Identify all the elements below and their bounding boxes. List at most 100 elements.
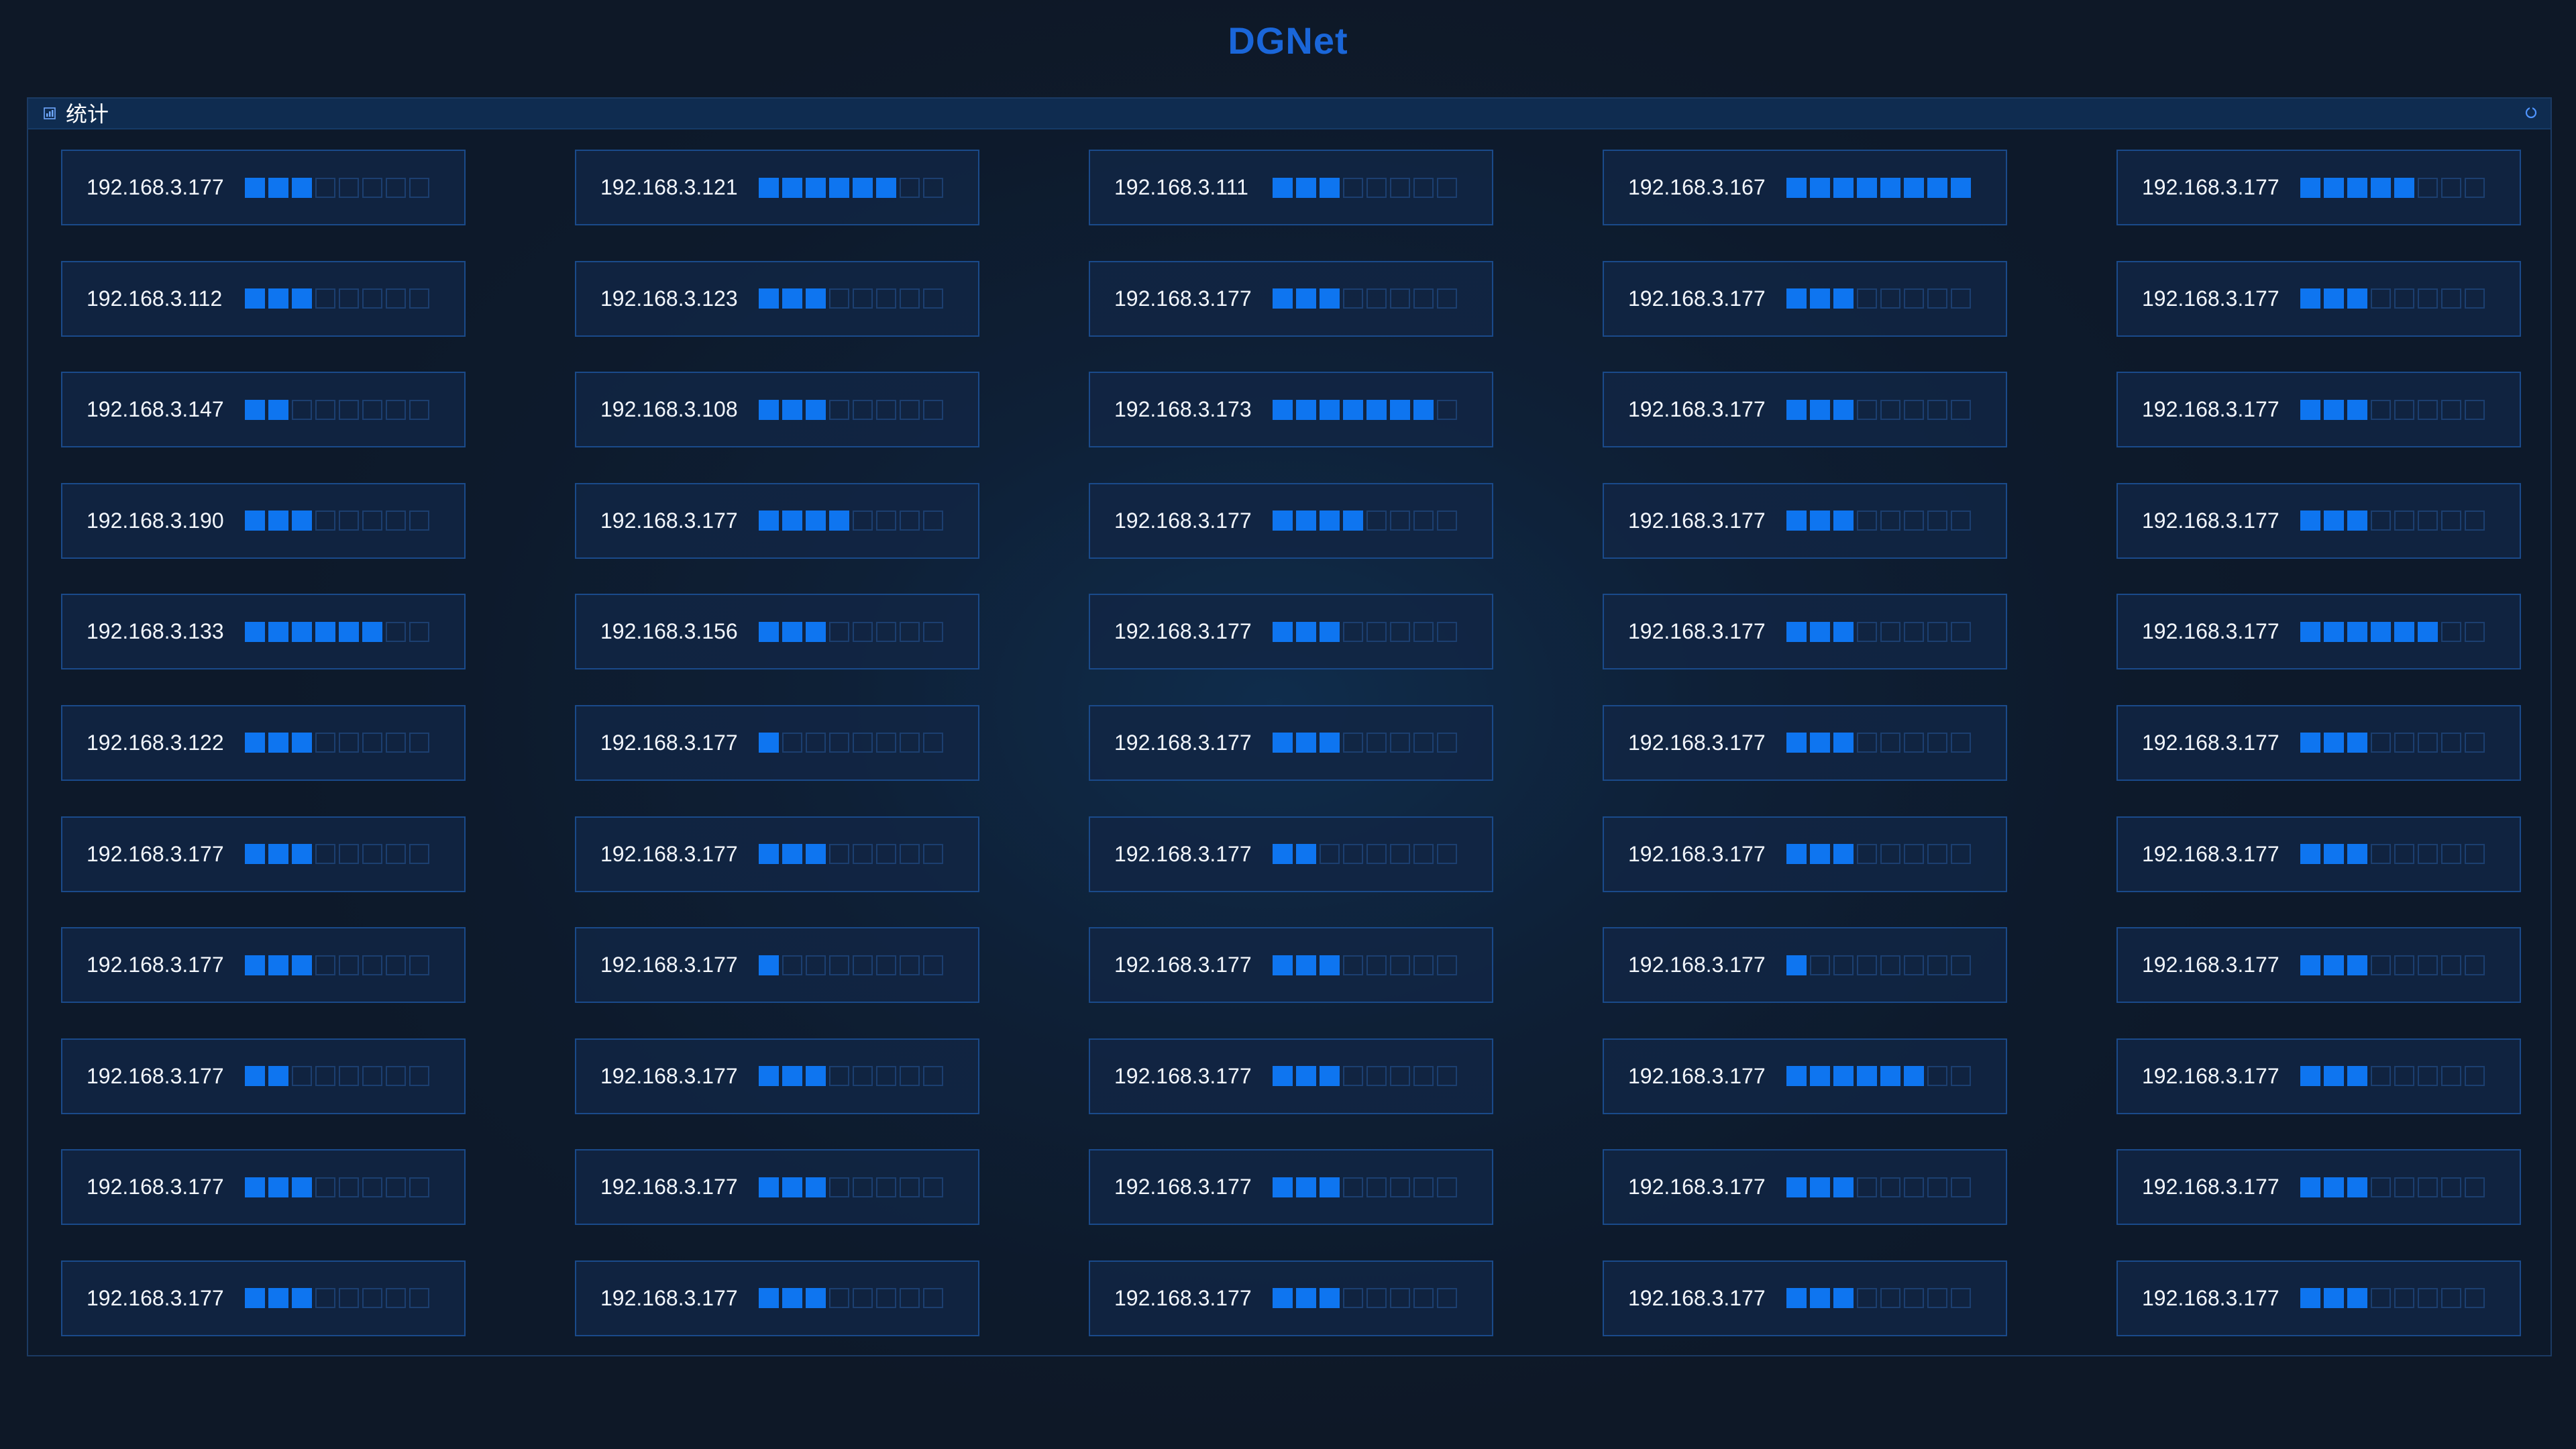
device-card[interactable]: 192.168.3.123 [575, 260, 979, 337]
level-cell-empty [1904, 399, 1924, 420]
device-ip: 192.168.3.177 [2142, 619, 2279, 644]
level-cell-filled [1296, 288, 1316, 309]
level-cell-empty [339, 844, 359, 865]
device-card[interactable]: 192.168.3.177 [61, 816, 466, 892]
device-card[interactable]: 192.168.3.177 [61, 1038, 466, 1114]
level-cell-empty [386, 733, 406, 753]
level-meter [1786, 1066, 1971, 1087]
device-card[interactable]: 192.168.3.177 [2116, 1149, 2521, 1226]
level-cell-filled [1786, 177, 1807, 198]
device-card[interactable]: 192.168.3.177 [575, 816, 979, 892]
device-card[interactable]: 192.168.3.177 [1603, 260, 2007, 337]
device-card[interactable]: 192.168.3.177 [1089, 594, 1493, 670]
device-card[interactable]: 192.168.3.177 [2116, 150, 2521, 225]
device-card[interactable]: 192.168.3.177 [1603, 704, 2007, 781]
device-ip: 192.168.3.177 [600, 1285, 738, 1310]
device-ip: 192.168.3.177 [1114, 286, 1252, 311]
device-card[interactable]: 192.168.3.177 [1089, 482, 1493, 559]
level-cell-empty [2394, 288, 2414, 309]
device-card[interactable]: 192.168.3.177 [1603, 927, 2007, 1004]
device-card[interactable]: 192.168.3.177 [575, 1260, 979, 1336]
level-cell-empty [853, 621, 873, 642]
level-cell-empty [1880, 511, 1900, 531]
device-card[interactable]: 192.168.3.177 [2116, 816, 2521, 892]
level-cell-filled [1833, 844, 1854, 865]
device-ip: 192.168.3.177 [600, 730, 738, 755]
device-card[interactable]: 192.168.3.177 [2116, 1038, 2521, 1114]
level-meter [2300, 1066, 2485, 1087]
device-card[interactable]: 192.168.3.177 [1603, 594, 2007, 670]
device-card[interactable]: 192.168.3.156 [575, 594, 979, 670]
level-cell-empty [829, 1177, 849, 1197]
device-card[interactable]: 192.168.3.177 [1089, 1260, 1493, 1336]
device-card[interactable]: 192.168.3.111 [1089, 150, 1493, 225]
device-card[interactable]: 192.168.3.177 [2116, 594, 2521, 670]
device-card[interactable]: 192.168.3.173 [1089, 372, 1493, 448]
level-cell-empty [1437, 1066, 1457, 1087]
device-card[interactable]: 192.168.3.112 [61, 260, 466, 337]
device-card[interactable]: 192.168.3.177 [1089, 1149, 1493, 1226]
device-card[interactable]: 192.168.3.177 [1089, 704, 1493, 781]
device-card[interactable]: 192.168.3.177 [61, 927, 466, 1004]
device-card[interactable]: 192.168.3.177 [575, 482, 979, 559]
level-meter [1786, 1288, 1971, 1309]
device-card[interactable]: 192.168.3.177 [1089, 927, 1493, 1004]
device-card[interactable]: 192.168.3.177 [1603, 1260, 2007, 1336]
device-card[interactable]: 192.168.3.177 [1603, 372, 2007, 448]
device-card[interactable]: 192.168.3.177 [1603, 1038, 2007, 1114]
device-card[interactable]: 192.168.3.177 [61, 1149, 466, 1226]
level-cell-filled [806, 621, 826, 642]
device-card[interactable]: 192.168.3.108 [575, 372, 979, 448]
device-card[interactable]: 192.168.3.122 [61, 704, 466, 781]
level-cell-empty [2441, 399, 2461, 420]
level-cell-filled [806, 177, 826, 198]
level-cell-filled [1273, 399, 1293, 420]
level-cell-empty [1927, 399, 1947, 420]
level-cell-empty [923, 844, 943, 865]
device-card[interactable]: 192.168.3.177 [575, 704, 979, 781]
device-card[interactable]: 192.168.3.177 [1089, 816, 1493, 892]
level-cell-empty [409, 955, 429, 975]
device-card[interactable]: 192.168.3.177 [61, 150, 466, 225]
level-meter [759, 1066, 943, 1087]
level-meter [1273, 511, 1457, 531]
device-ip: 192.168.3.177 [87, 953, 224, 977]
level-cell-empty [900, 733, 920, 753]
device-ip: 192.168.3.177 [1628, 1175, 1766, 1199]
device-card[interactable]: 192.168.3.177 [61, 1260, 466, 1336]
level-cell-empty [2418, 733, 2438, 753]
device-card[interactable]: 192.168.3.177 [1603, 816, 2007, 892]
device-card[interactable]: 192.168.3.190 [61, 482, 466, 559]
device-card[interactable]: 192.168.3.121 [575, 150, 979, 225]
device-card[interactable]: 192.168.3.177 [2116, 927, 2521, 1004]
level-cell-filled [1786, 288, 1807, 309]
level-cell-filled [2300, 1288, 2320, 1309]
level-cell-filled [1904, 1066, 1924, 1087]
level-cell-filled [292, 844, 312, 865]
device-card[interactable]: 192.168.3.177 [2116, 372, 2521, 448]
level-meter [245, 733, 429, 753]
device-card[interactable]: 192.168.3.177 [2116, 482, 2521, 559]
device-card[interactable]: 192.168.3.177 [575, 927, 979, 1004]
level-cell-filled [292, 1177, 312, 1197]
device-card[interactable]: 192.168.3.177 [1089, 260, 1493, 337]
device-card[interactable]: 192.168.3.177 [1089, 1038, 1493, 1114]
level-cell-empty [853, 844, 873, 865]
level-cell-empty [1390, 621, 1410, 642]
device-card[interactable]: 192.168.3.177 [2116, 1260, 2521, 1336]
device-card[interactable]: 192.168.3.177 [575, 1038, 979, 1114]
device-card[interactable]: 192.168.3.147 [61, 372, 466, 448]
device-card[interactable]: 192.168.3.177 [2116, 704, 2521, 781]
device-card[interactable]: 192.168.3.177 [1603, 1149, 2007, 1226]
device-card[interactable]: 192.168.3.167 [1603, 150, 2007, 225]
level-cell-empty [409, 511, 429, 531]
device-card[interactable]: 192.168.3.133 [61, 594, 466, 670]
device-card[interactable]: 192.168.3.177 [575, 1149, 979, 1226]
level-cell-empty [900, 288, 920, 309]
device-card[interactable]: 192.168.3.177 [2116, 260, 2521, 337]
level-cell-empty [339, 177, 359, 198]
device-card[interactable]: 192.168.3.177 [1603, 482, 2007, 559]
level-cell-empty [2371, 511, 2391, 531]
level-cell-filled [245, 511, 265, 531]
refresh-icon[interactable] [2524, 105, 2538, 120]
